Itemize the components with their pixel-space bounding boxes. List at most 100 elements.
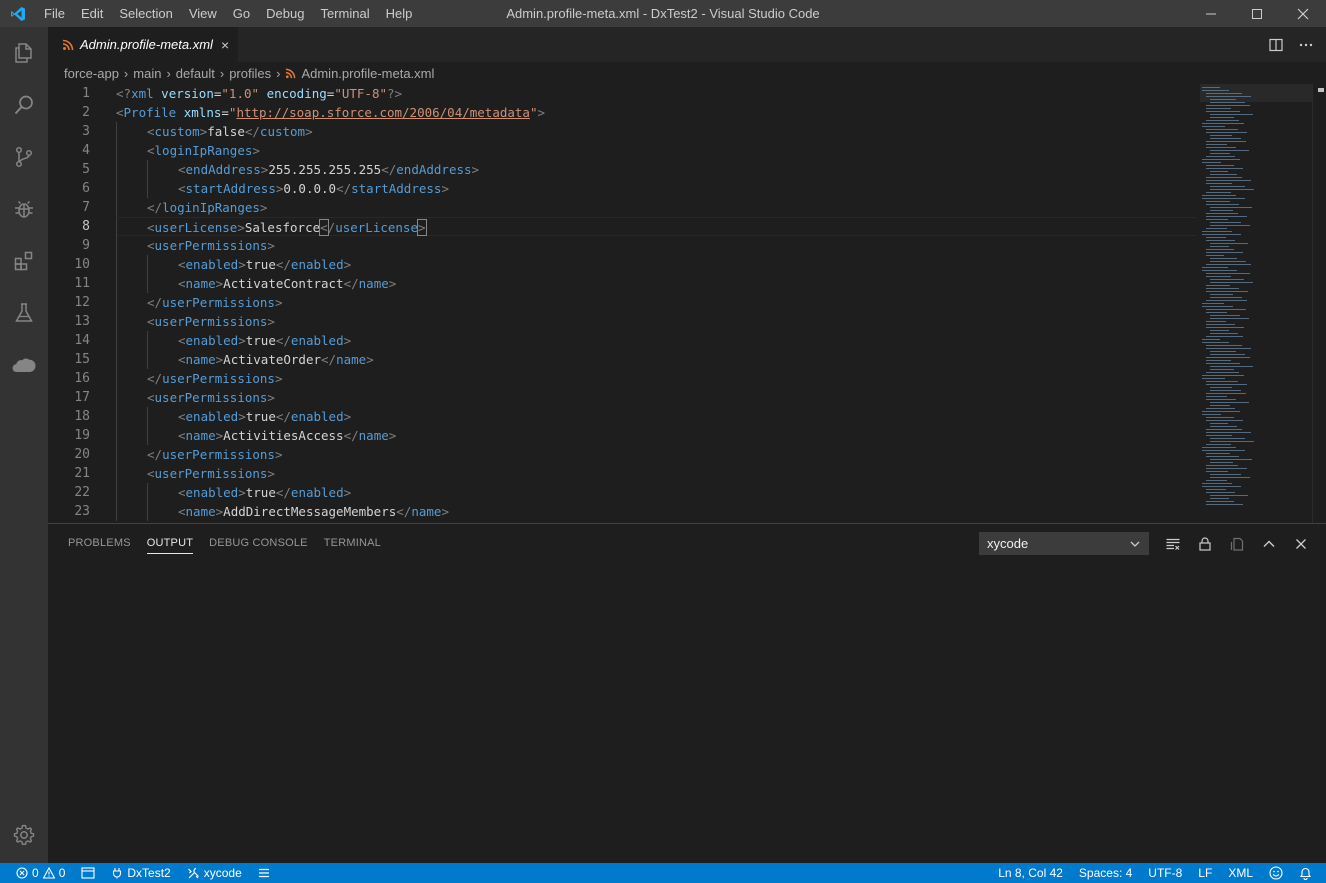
code-line[interactable]: <enabled>true</enabled> <box>116 407 1196 426</box>
explorer-icon[interactable] <box>0 27 48 79</box>
lock-icon[interactable] <box>1195 534 1215 554</box>
menu-terminal[interactable]: Terminal <box>312 0 377 27</box>
extensions-icon[interactable] <box>0 235 48 287</box>
indent-guide <box>147 331 148 350</box>
code-token: > <box>441 181 449 196</box>
code-lines[interactable]: <?xml version="1.0" encoding="UTF-8"?> <P… <box>116 84 1196 521</box>
maximize-window-button[interactable] <box>1234 0 1280 27</box>
language-mode[interactable]: XML <box>1220 863 1261 883</box>
minimap-line <box>1202 306 1233 307</box>
code-line[interactable]: <?xml version="1.0" encoding="UTF-8"?> <box>116 84 1196 103</box>
breadcrumb-item[interactable]: default <box>176 66 215 81</box>
code-line[interactable]: </loginIpRanges> <box>116 198 1196 217</box>
code-line[interactable]: <userPermissions> <box>116 236 1196 255</box>
maximize-panel-icon[interactable] <box>1259 534 1279 554</box>
code-line[interactable]: <name>AddDirectMessageMembers</name> <box>116 502 1196 521</box>
code-token: name <box>185 352 216 367</box>
menu-help[interactable]: Help <box>378 0 421 27</box>
code-line[interactable]: <endAddress>255.255.255.255</endAddress> <box>116 160 1196 179</box>
code-line[interactable]: <loginIpRanges> <box>116 141 1196 160</box>
indent-guide <box>116 122 117 141</box>
file-encoding[interactable]: UTF-8 <box>1140 863 1190 883</box>
tab-admin-profile[interactable]: Admin.profile-meta.xml × <box>48 27 238 62</box>
minimap[interactable] <box>1200 84 1312 523</box>
tab-terminal[interactable]: TERMINAL <box>316 524 389 562</box>
code-line[interactable]: </userPermissions> <box>116 369 1196 388</box>
code-token: name <box>411 504 442 519</box>
menu-go[interactable]: Go <box>225 0 258 27</box>
code-line[interactable]: <Profile xmlns="http://soap.sforce.com/2… <box>116 103 1196 122</box>
menu-file[interactable]: File <box>36 0 73 27</box>
menu-debug[interactable]: Debug <box>258 0 312 27</box>
tab-debug-console[interactable]: DEBUG CONSOLE <box>201 524 316 562</box>
code-token: enabled <box>185 257 239 272</box>
open-log-icon[interactable] <box>1227 534 1247 554</box>
cursor-position[interactable]: Ln 8, Col 42 <box>990 863 1071 883</box>
line-number: 2 <box>82 105 90 120</box>
menu-view[interactable]: View <box>181 0 225 27</box>
code-line[interactable]: <custom>false</custom> <box>116 122 1196 141</box>
minimap-line <box>1206 168 1243 169</box>
tool-status[interactable]: xycode <box>179 863 250 883</box>
code-line[interactable]: <userPermissions> <box>116 388 1196 407</box>
code-token: > <box>343 485 352 500</box>
tab-problems[interactable]: PROBLEMS <box>60 524 139 562</box>
code-line[interactable]: <name>ActivateContract</name> <box>116 274 1196 293</box>
code-line[interactable]: <enabled>true</enabled> <box>116 331 1196 350</box>
code-line[interactable]: <name>ActivateOrder</name> <box>116 350 1196 369</box>
menu-edit[interactable]: Edit <box>73 0 111 27</box>
breadcrumb-item[interactable]: force-app <box>64 66 119 81</box>
search-icon[interactable] <box>0 79 48 131</box>
breadcrumb-item[interactable]: main <box>133 66 161 81</box>
code-token: </ <box>147 200 163 215</box>
minimap-line <box>1210 210 1233 211</box>
minimap-line <box>1206 420 1243 421</box>
more-actions-icon[interactable] <box>1298 37 1314 53</box>
org-status[interactable]: DxTest2 <box>103 863 178 883</box>
salesforce-cloud-icon[interactable] <box>0 339 48 391</box>
editor-scrollbar[interactable] <box>1312 84 1326 523</box>
split-editor-icon[interactable] <box>1268 37 1284 53</box>
code-editor[interactable]: 1 2 3 4 5 6 7 8 9 10 11 12 13 14 15 16 17 18 19 20 21 22 23 <?… <box>48 84 1326 523</box>
code-line[interactable]: <userLicense>Salesforce</userLicense> <box>116 217 1196 237</box>
window-panel-icon[interactable] <box>73 863 103 883</box>
code-line[interactable]: <startAddress>0.0.0.0</startAddress> <box>116 179 1196 198</box>
code-line[interactable]: <userPermissions> <box>116 312 1196 331</box>
clear-output-icon[interactable] <box>1163 534 1183 554</box>
code-line[interactable]: </userPermissions> <box>116 445 1196 464</box>
source-control-icon[interactable] <box>0 131 48 183</box>
tab-output[interactable]: OUTPUT <box>139 524 201 562</box>
minimap-line <box>1206 384 1247 385</box>
code-line[interactable]: <userPermissions> <box>116 464 1196 483</box>
code-line[interactable]: </userPermissions> <box>116 293 1196 312</box>
chevron-right-icon: › <box>219 65 225 81</box>
output-channel-select[interactable]: xycode <box>979 532 1149 555</box>
minimap-line <box>1210 351 1236 352</box>
code-line[interactable]: <enabled>true</enabled> <box>116 483 1196 502</box>
close-window-button[interactable] <box>1280 0 1326 27</box>
list-icon[interactable] <box>250 863 278 883</box>
code-line[interactable]: <enabled>true</enabled> <box>116 255 1196 274</box>
breadcrumb-item[interactable]: Admin.profile-meta.xml <box>301 66 434 81</box>
notification-bell-icon[interactable] <box>1291 863 1320 883</box>
code-token: > <box>237 220 245 235</box>
indentation[interactable]: Spaces: 4 <box>1071 863 1140 883</box>
gear-icon[interactable] <box>0 807 48 863</box>
breadcrumb-item[interactable]: profiles <box>229 66 271 81</box>
close-panel-icon[interactable] <box>1291 534 1311 554</box>
problems-status[interactable]: 0 0 <box>8 863 73 883</box>
code-token: < <box>147 143 155 158</box>
minimap-line <box>1210 225 1250 226</box>
error-icon <box>16 867 28 879</box>
code-line[interactable]: <name>ActivitiesAccess</name> <box>116 426 1196 445</box>
tab-close-icon[interactable]: × <box>221 37 229 53</box>
minimap-line <box>1206 120 1239 121</box>
end-of-line[interactable]: LF <box>1190 863 1220 883</box>
debug-icon[interactable] <box>0 183 48 235</box>
menu-selection[interactable]: Selection <box>111 0 180 27</box>
test-flask-icon[interactable] <box>0 287 48 339</box>
feedback-smiley-icon[interactable] <box>1261 863 1291 883</box>
code-token: userLicense <box>154 220 238 235</box>
minimize-window-button[interactable] <box>1188 0 1234 27</box>
